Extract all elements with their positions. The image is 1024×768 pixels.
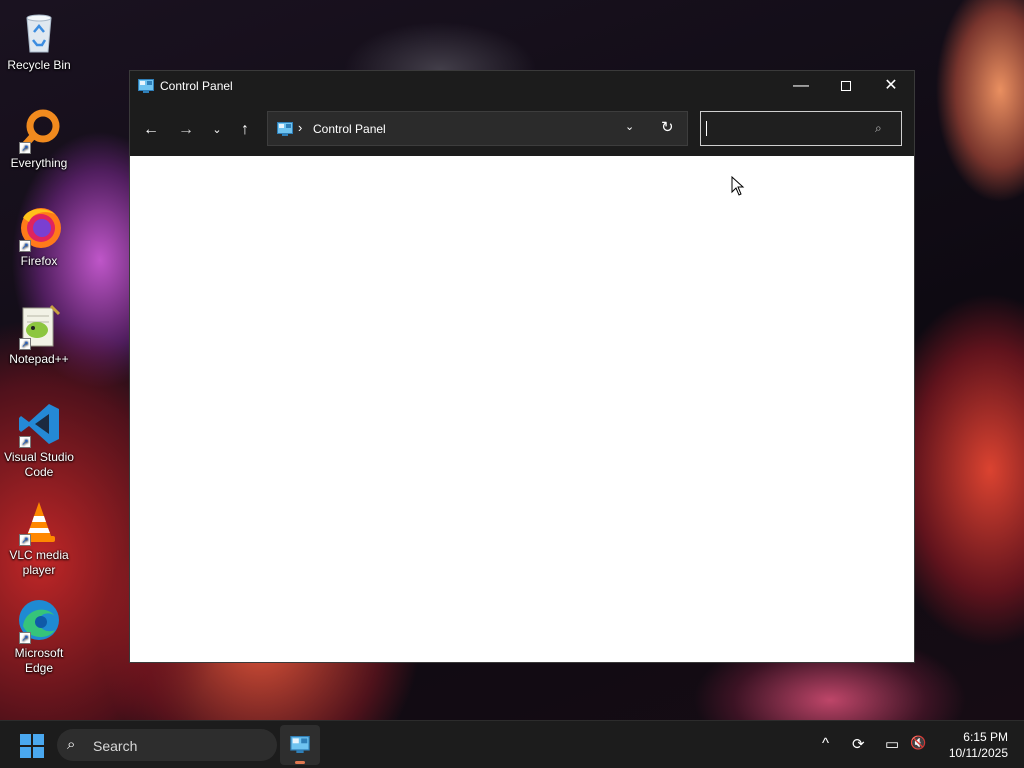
control-panel-icon [290, 736, 310, 753]
firefox-icon: ↗ [15, 204, 63, 252]
taskbar-search-label: Search [93, 738, 138, 754]
volume-muted-icon[interactable]: 🔇 [910, 735, 926, 751]
network-icon[interactable]: ▭ [885, 735, 899, 753]
maximize-icon [841, 80, 851, 91]
desktop-icon-edge[interactable]: ↗ Microsoft Edge [2, 596, 76, 676]
vscode-icon: ↗ [15, 400, 63, 448]
everything-search-icon: ↗ [15, 106, 63, 154]
notepad-plus-plus-icon: ↗ [15, 302, 63, 350]
vlc-icon: ↗ [15, 498, 63, 546]
desktop-icon-everything[interactable]: ↗ Everything [2, 106, 76, 171]
control-panel-window[interactable]: Control Panel — ✕ ← → ⌄ ↑ › Control Pane… [129, 70, 915, 663]
window-title: Control Panel [160, 79, 233, 93]
minimize-button[interactable]: — [778, 71, 824, 101]
desktop-icon-label: Visual Studio Code [4, 450, 74, 479]
edge-icon: ↗ [15, 596, 63, 644]
show-hidden-icons-chevron-icon[interactable]: ^ [822, 735, 829, 752]
address-dropdown-button[interactable]: ⌄ [625, 120, 634, 133]
up-button[interactable]: ↑ [230, 115, 260, 145]
shortcut-arrow-icon: ↗ [19, 436, 31, 448]
search-icon[interactable]: ⌕ [875, 121, 882, 136]
content-area[interactable] [130, 156, 914, 662]
forward-button[interactable]: → [171, 115, 201, 145]
breadcrumb-control-panel[interactable]: Control Panel [313, 122, 386, 136]
shortcut-arrow-icon: ↗ [19, 240, 31, 252]
breadcrumb-separator-icon[interactable]: › [298, 120, 302, 135]
desktop-icon-vscode[interactable]: ↗ Visual Studio Code [2, 400, 76, 480]
desktop-icon-label: Recycle Bin [7, 58, 71, 72]
recent-locations-button[interactable]: ⌄ [202, 115, 232, 145]
taskbar-app-control-panel[interactable] [280, 725, 320, 765]
shortcut-arrow-icon: ↗ [19, 632, 31, 644]
start-button[interactable] [20, 734, 44, 758]
active-app-indicator [295, 761, 305, 764]
taskbar-search-box[interactable]: ⌕ Search [57, 729, 277, 761]
shortcut-arrow-icon: ↗ [19, 534, 31, 546]
search-box[interactable]: ⌕ [700, 111, 902, 146]
windows-logo-icon [20, 734, 31, 745]
navigation-bar: ← → ⌄ ↑ › Control Panel ⌄ ↻ ⌕ [130, 103, 914, 155]
title-bar[interactable]: Control Panel — ✕ [130, 71, 914, 103]
address-bar[interactable]: › Control Panel ⌄ ↻ [267, 111, 688, 146]
control-panel-icon [138, 79, 154, 93]
back-button[interactable]: ← [136, 115, 166, 145]
clock-date: 10/11/2025 [948, 746, 1008, 760]
recycle-bin-icon [15, 8, 63, 56]
desktop-icon-label: Microsoft Edge [14, 646, 64, 675]
sync-status-icon[interactable]: ⟳ [852, 735, 865, 753]
refresh-button[interactable]: ↻ [661, 118, 674, 136]
clock-time: 6:15 PM [963, 730, 1008, 744]
clock[interactable]: 6:15 PM 10/11/2025 [938, 729, 1008, 761]
search-input[interactable] [705, 118, 865, 138]
search-icon: ⌕ [67, 736, 76, 753]
desktop-icon-firefox[interactable]: ↗ Firefox [2, 204, 76, 269]
control-panel-icon [277, 122, 293, 136]
desktop-icon-label: Everything [10, 156, 68, 170]
text-caret [706, 121, 707, 136]
shortcut-arrow-icon: ↗ [19, 338, 31, 350]
desktop-icon-label: Notepad++ [9, 352, 69, 366]
taskbar: ⌕ Search ^ ⟳ ▭ 🔇 6:15 PM 10/11/2025 [0, 720, 1024, 768]
desktop-icon-label: Firefox [20, 254, 58, 268]
desktop-icon-notepad-plus-plus[interactable]: ↗ Notepad++ [2, 302, 76, 367]
maximize-button[interactable] [823, 71, 869, 101]
mouse-cursor-icon [731, 176, 745, 196]
desktop-icon-vlc[interactable]: ↗ VLC media player [2, 498, 76, 578]
shortcut-arrow-icon: ↗ [19, 142, 31, 154]
close-button[interactable]: ✕ [868, 71, 914, 101]
desktop-icon-recycle-bin[interactable]: Recycle Bin [2, 8, 76, 73]
desktop-icon-label: VLC media player [9, 548, 69, 577]
